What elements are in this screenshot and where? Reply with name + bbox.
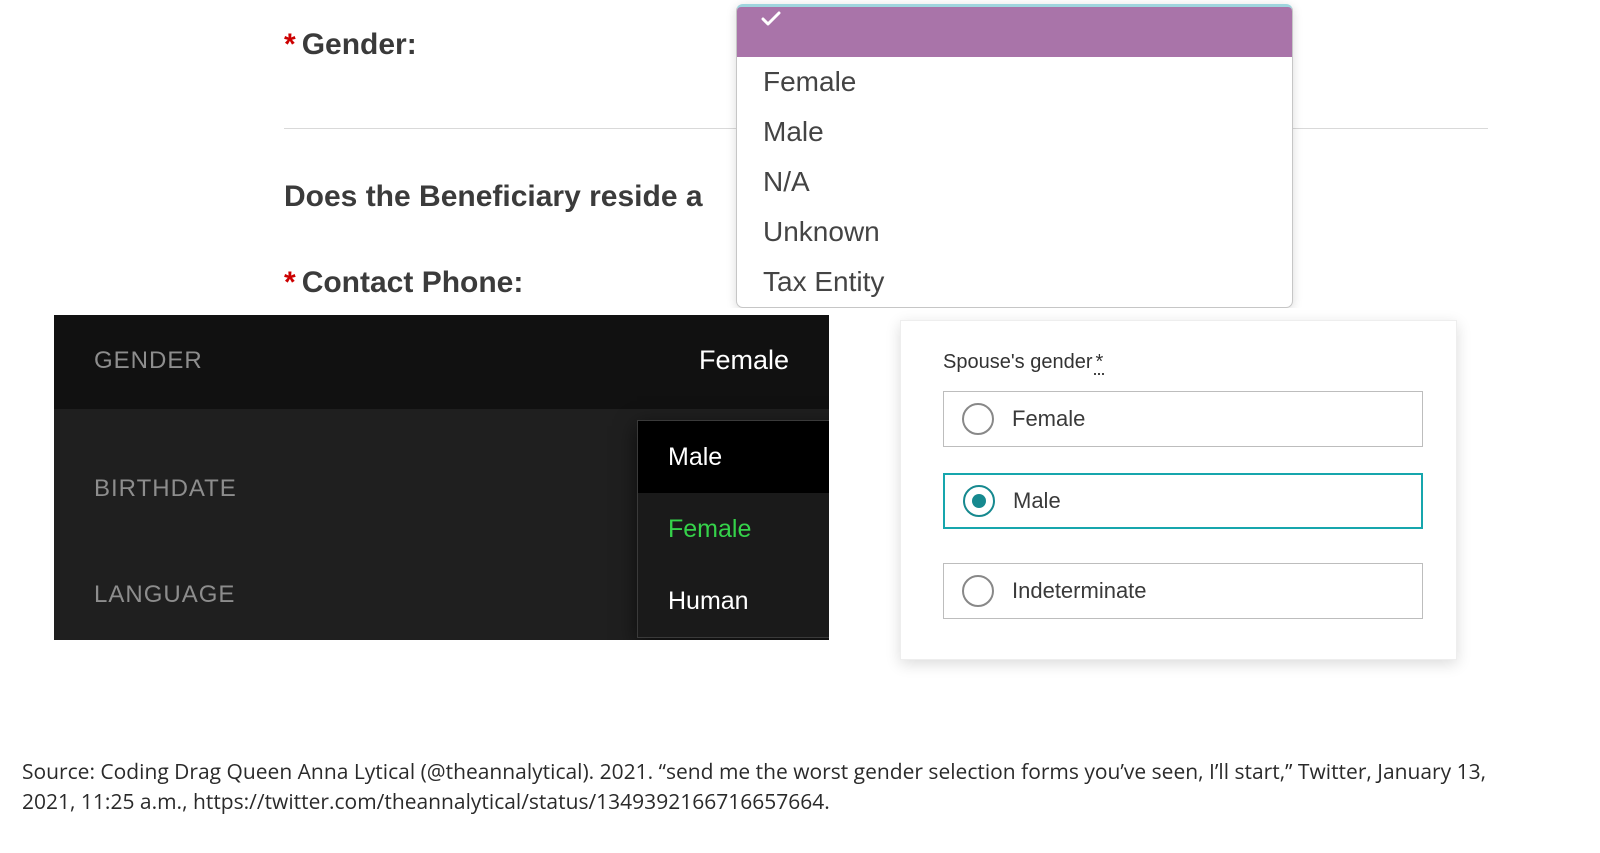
radio-option-male[interactable]: Male xyxy=(943,473,1423,529)
option-label: N/A xyxy=(763,166,810,197)
radio-icon xyxy=(963,485,995,517)
check-icon xyxy=(759,7,1292,31)
flyout-option-human[interactable]: Human xyxy=(638,565,829,637)
panel-dark-settings: GENDER Female BIRTHDATE LANGUAGE Male Fe… xyxy=(54,315,829,640)
radio-icon xyxy=(962,403,994,435)
dropdown-option-blank[interactable] xyxy=(737,7,1292,57)
dropdown-option-taxentity[interactable]: Tax Entity xyxy=(737,257,1292,307)
label-text: Contact Phone: xyxy=(302,266,524,299)
source-caption: Source: Coding Drag Queen Anna Lytical (… xyxy=(22,757,1540,818)
dropdown-option-na[interactable]: N/A xyxy=(737,157,1292,207)
flyout-option-male[interactable]: Male xyxy=(638,421,829,493)
flyout-option-female[interactable]: Female xyxy=(638,493,829,565)
option-label: Male xyxy=(763,116,824,147)
beneficiary-question: Does the Beneficiary reside a xyxy=(284,180,703,214)
option-label: Female xyxy=(763,66,856,97)
option-label: Human xyxy=(668,587,749,615)
row-label: GENDER xyxy=(94,347,203,375)
row-label: BIRTHDATE xyxy=(94,475,237,503)
dropdown-option-unknown[interactable]: Unknown xyxy=(737,207,1292,257)
option-label: Indeterminate xyxy=(1012,578,1147,604)
required-marker: * xyxy=(284,28,296,61)
dropdown-option-male[interactable]: Male xyxy=(737,107,1292,157)
required-marker: * xyxy=(1094,351,1104,375)
option-label: Female xyxy=(1012,406,1085,432)
row-label: LANGUAGE xyxy=(94,581,235,609)
option-label: Male xyxy=(668,443,722,471)
panel-light-form: *Gender: Does the Beneficiary reside a *… xyxy=(54,0,1488,308)
gender-field-label: *Gender: xyxy=(284,28,417,62)
radio-dot-icon xyxy=(972,494,986,508)
contact-phone-label: *Contact Phone: xyxy=(284,266,523,300)
gender-dropdown[interactable]: Female Male N/A Unknown Tax Entity xyxy=(736,4,1293,308)
row-value: Female xyxy=(699,345,789,376)
label-text: Gender: xyxy=(302,28,417,61)
required-marker: * xyxy=(284,266,296,299)
option-label: Male xyxy=(1013,488,1061,514)
option-label: Tax Entity xyxy=(763,266,884,297)
option-label: Female xyxy=(668,515,751,543)
settings-row-gender[interactable]: GENDER Female xyxy=(54,315,829,409)
dropdown-option-female[interactable]: Female xyxy=(737,57,1292,107)
gender-flyout-menu[interactable]: Male Female Human xyxy=(637,420,829,638)
radio-option-female[interactable]: Female xyxy=(943,391,1423,447)
radio-option-indeterminate[interactable]: Indeterminate xyxy=(943,563,1423,619)
panel-spouse-gender: Spouse's gender* Female Male Indetermina… xyxy=(900,320,1457,660)
option-label: Unknown xyxy=(763,216,880,247)
radio-icon xyxy=(962,575,994,607)
field-label: Spouse's gender* xyxy=(943,351,1104,374)
label-text: Spouse's gender xyxy=(943,351,1092,373)
